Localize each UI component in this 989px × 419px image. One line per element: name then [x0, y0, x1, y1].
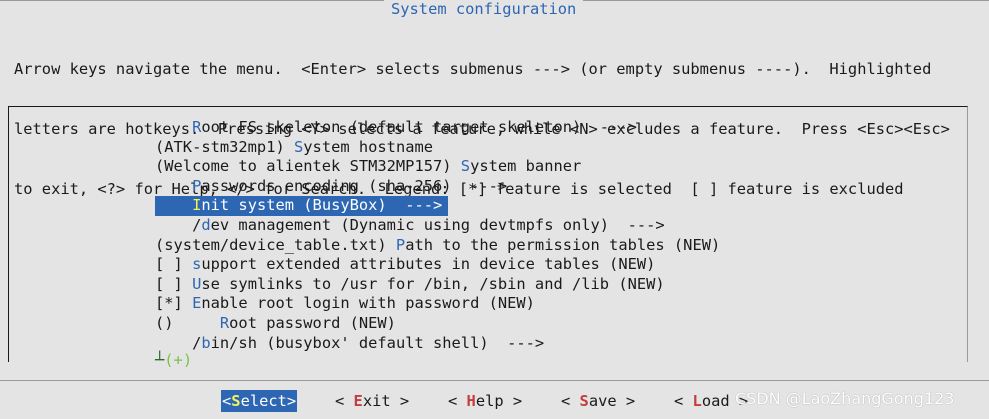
title-bar: System configuration [0, 0, 989, 20]
hotkey-letter: U [192, 274, 202, 293]
hotkey-letter: d [201, 215, 211, 234]
menu-item-system-banner[interactable]: (Welcome to alientek STM32MP157) System … [155, 157, 720, 177]
hotkey-letter: I [192, 196, 202, 215]
menu-item-usr-symlinks[interactable]: [ ] Use symlinks to /usr for /bin, /sbin… [155, 275, 720, 295]
hotkey-letter: P [395, 235, 406, 254]
help-line: Arrow keys navigate the menu. <Enter> se… [14, 60, 932, 78]
save-button[interactable]: < Save > [561, 390, 635, 412]
hotkey-letter: P [192, 176, 202, 195]
menu-item-root-fs-skeleton[interactable]: Root FS skeleton (default target skeleto… [155, 118, 720, 138]
hotkey-letter: R [219, 313, 230, 332]
hotkey-letter: S [294, 137, 304, 156]
hotkey-letter: s [192, 255, 202, 274]
watermark: CSDN @LaoZhangGong123 [735, 389, 955, 408]
menu-item-permission-tables-path[interactable]: (system/device_table.txt) Path to the pe… [155, 236, 720, 256]
window-title: System configuration [384, 0, 584, 19]
menu-item-passwords-encoding[interactable]: Passwords encoding (sha-256) ---> [155, 177, 720, 197]
more-items-label: (+) [164, 351, 193, 369]
menu-item-system-hostname[interactable]: (ATK-stm32mp1) System hostname [155, 138, 720, 158]
menu-item-bin-sh[interactable]: /bin/sh (busybox' default shell) ---> [155, 334, 720, 354]
hotkey-letter: E [192, 294, 202, 313]
menu-item-extended-attributes[interactable]: [ ] support extended attributes in devic… [155, 255, 720, 275]
button-separator [0, 380, 989, 381]
hotkey-letter: b [201, 333, 211, 352]
scroll-down-arrow-icon: ┴ [155, 351, 165, 369]
menu-list: Root FS skeleton (default target skeleto… [155, 118, 720, 353]
hotkey-letter: R [192, 118, 202, 136]
menu-item-init-system[interactable]: Init system (BusyBox) ---> [155, 196, 448, 216]
menu-item-root-login[interactable]: [*] Enable root login with password (NEW… [155, 294, 720, 314]
exit-button[interactable]: < Exit > [335, 390, 409, 412]
scroll-more-indicator[interactable]: ┴(+) [155, 350, 192, 370]
select-button[interactable]: <Select> [221, 390, 298, 412]
help-button[interactable]: < Help > [448, 390, 522, 412]
hotkey-letter: S [460, 157, 471, 176]
menu-item-root-password[interactable]: () Root password (NEW) [155, 314, 720, 334]
menu-item-dev-management[interactable]: /dev management (Dynamic using devtmpfs … [155, 216, 720, 236]
menuconfig-screen: System configuration Arrow keys navigate… [0, 0, 989, 419]
